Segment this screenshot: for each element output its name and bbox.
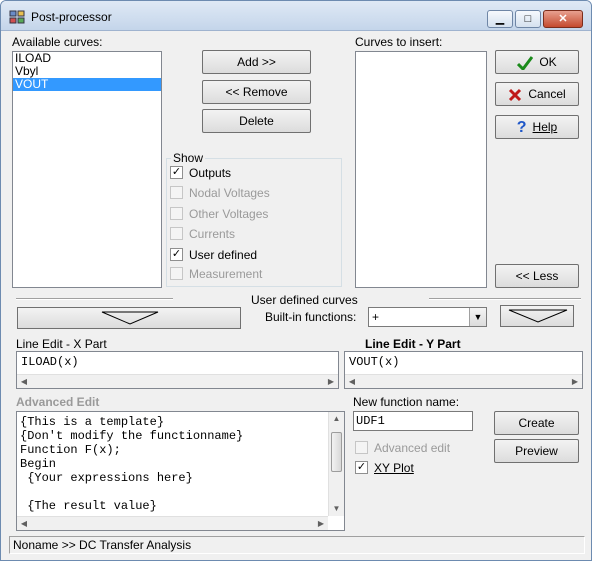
checkbox-measurement — [170, 267, 183, 281]
curves-to-insert-list[interactable] — [355, 51, 487, 288]
cancel-button[interactable]: Cancel — [495, 82, 579, 106]
user-defined-curves-title: User defined curves — [251, 293, 358, 307]
code-line: {Your expressions here} — [20, 471, 193, 485]
maximize-button[interactable]: □ — [515, 10, 541, 28]
create-button[interactable]: Create — [494, 411, 579, 435]
window-title: Post-processor — [31, 10, 112, 24]
line-edit-y-label: Line Edit - Y Part — [365, 337, 461, 351]
currents-checkbox: Currents — [170, 227, 235, 241]
list-item[interactable]: VOUT — [13, 78, 161, 91]
add-button[interactable]: Add >> — [202, 50, 311, 74]
new-function-name-label: New function name: — [353, 395, 460, 409]
triangle-down-icon — [508, 309, 568, 323]
checkbox-other-voltages — [170, 207, 183, 221]
status-text: Noname >> DC Transfer Analysis — [13, 538, 192, 552]
separator-left — [16, 298, 173, 300]
checkbox-advanced-edit — [355, 441, 368, 455]
preview-button[interactable]: Preview — [494, 439, 579, 463]
code-line: {The result value} — [20, 499, 157, 513]
advanced-edit-title: Advanced Edit — [16, 395, 100, 409]
code-line: Function F(x); — [20, 443, 121, 457]
app-icon — [9, 10, 25, 24]
xy-plot-checkbox[interactable]: ✓ XY Plot — [355, 461, 414, 475]
line-edit-x-field[interactable]: ILOAD(x) ◀ ▶ — [16, 351, 339, 389]
ok-button[interactable]: OK — [495, 50, 579, 74]
maximize-icon: □ — [524, 13, 532, 25]
checkbox-outputs[interactable]: ✓ — [170, 166, 183, 180]
less-button[interactable]: << Less — [495, 264, 579, 288]
horizontal-scrollbar[interactable]: ◀ ▶ — [17, 374, 338, 388]
checkbox-user-defined[interactable]: ✓ — [170, 248, 183, 262]
close-button[interactable]: ✕ — [543, 10, 583, 28]
line-edit-y-field[interactable]: VOUT(x) ◀ ▶ — [344, 351, 583, 389]
builtin-functions-select[interactable]: + ▼ — [368, 307, 487, 327]
available-curves-list[interactable]: ILOAD Vbyl VOUT — [12, 51, 162, 288]
triangle-down-icon — [101, 311, 159, 325]
outputs-checkbox[interactable]: ✓ Outputs — [170, 166, 231, 180]
checkbox-nodal-voltages — [170, 186, 183, 200]
minimize-icon: ▁ — [495, 13, 505, 25]
delete-button[interactable]: Delete — [202, 109, 311, 133]
line-edit-x-label: Line Edit - X Part — [16, 337, 107, 351]
checkbox-xy-plot[interactable]: ✓ — [355, 461, 368, 475]
cancel-x-icon — [509, 88, 522, 101]
expand-down-right-button[interactable] — [500, 305, 574, 327]
status-bar: Noname >> DC Transfer Analysis — [9, 536, 585, 554]
checkbox-currents — [170, 227, 183, 241]
minimize-button[interactable]: ▁ — [487, 10, 513, 28]
show-group-title: Show — [171, 151, 206, 165]
new-function-name-input[interactable]: UDF1 — [353, 411, 473, 431]
other-voltages-checkbox: Other Voltages — [170, 207, 268, 221]
title-bar: Post-processor ▁ □ ✕ — [1, 1, 591, 31]
code-line: Begin — [20, 457, 57, 471]
close-icon: ✕ — [558, 13, 568, 25]
user-defined-checkbox[interactable]: ✓ User defined — [170, 248, 257, 262]
builtin-functions-label: Built-in functions: — [265, 310, 357, 324]
remove-button[interactable]: << Remove — [202, 80, 311, 104]
nodal-voltages-checkbox: Nodal Voltages — [170, 186, 270, 200]
code-line: {Don't modify the functionname} — [20, 429, 244, 443]
post-processor-window: Post-processor ▁ □ ✕ Available curves: I… — [0, 0, 592, 561]
help-question-icon: ? — [516, 118, 527, 136]
chevron-down-icon[interactable]: ▼ — [469, 308, 486, 326]
code-line: {This is a template} — [20, 415, 165, 429]
advanced-edit-checkbox: Advanced edit — [355, 441, 450, 455]
checkmark-icon — [517, 55, 534, 70]
curves-to-insert-label: Curves to insert: — [355, 35, 443, 49]
expand-down-left-button[interactable] — [17, 307, 241, 329]
horizontal-scrollbar[interactable]: ◀ ▶ — [17, 516, 328, 530]
advanced-edit-area[interactable]: {This is a template} {Don't modify the f… — [16, 411, 345, 531]
vertical-scrollbar[interactable]: ▲ ▼ — [328, 412, 344, 516]
available-curves-label: Available curves: — [12, 35, 103, 49]
horizontal-scrollbar[interactable]: ◀ ▶ — [345, 374, 582, 388]
separator-right — [429, 298, 581, 300]
help-button[interactable]: ? Help — [495, 115, 579, 139]
measurement-checkbox: Measurement — [170, 267, 262, 281]
